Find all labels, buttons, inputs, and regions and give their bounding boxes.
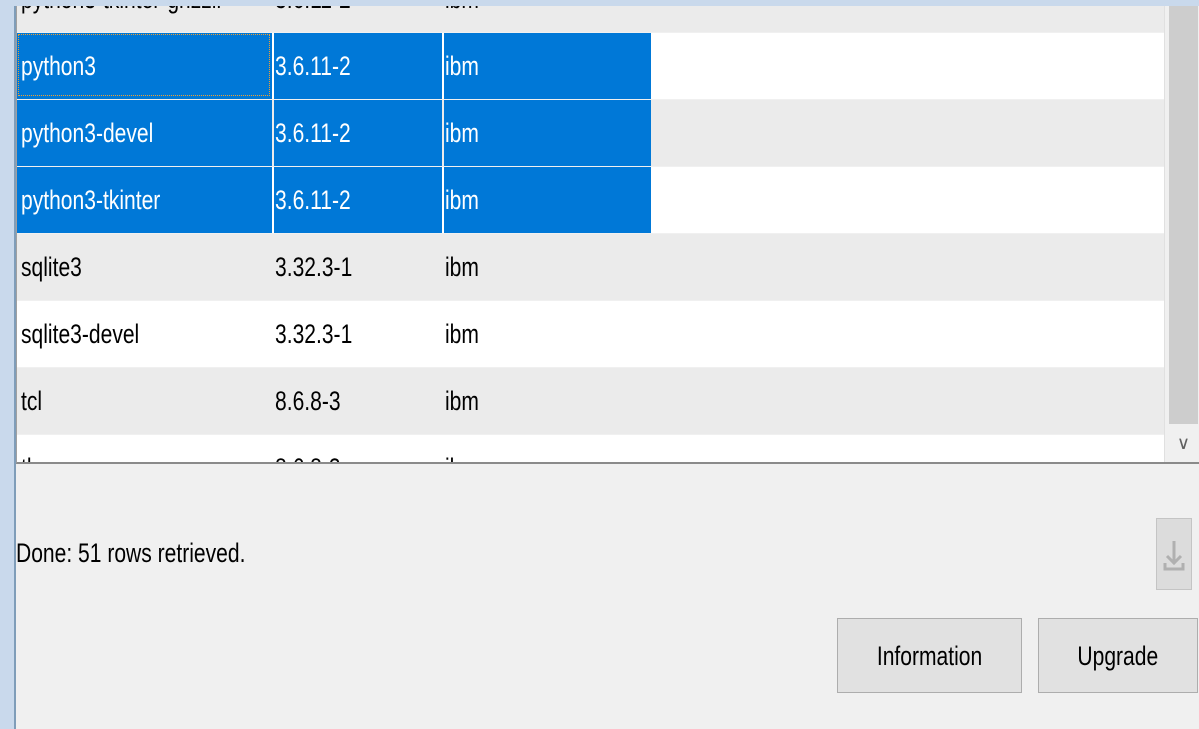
chevron-down-icon[interactable]: ∨ — [1165, 430, 1199, 456]
package-name-cell: tcl — [21, 386, 43, 416]
vertical-scrollbar[interactable]: ∨ — [1164, 6, 1199, 462]
table-row[interactable]: tk8.6.8-3ibm — [17, 435, 1165, 462]
download-button[interactable] — [1156, 518, 1192, 590]
repository-cell: ibm — [445, 185, 479, 215]
information-button-label: Information — [876, 641, 983, 671]
package-name-cell: python3-devel — [21, 118, 154, 148]
repository-cell: ibm — [445, 6, 523, 32]
version-cell: 3.32.3-1 — [275, 252, 353, 282]
package-name-cell: sqlite3-devel — [21, 319, 140, 349]
repository-cell: ibm — [445, 252, 479, 282]
repository-cell: ibm — [445, 319, 479, 349]
package-manager-window: python3-tkinter-grizzli3.6.11-2ibmpython… — [14, 6, 1199, 729]
table-row[interactable]: python3-devel 3.6.11-2 ibm — [17, 100, 1165, 167]
repository-cell: ibm — [445, 386, 479, 416]
download-icon — [1163, 541, 1185, 571]
version-cell: 3.6.11-2 — [275, 6, 439, 32]
package-name-cell: python3-tkinter — [21, 185, 161, 215]
information-button[interactable]: Information — [837, 618, 1022, 693]
version-cell: 8.6.8-3 — [275, 386, 341, 416]
repository-cell: ibm — [445, 118, 479, 148]
repository-cell: ibm — [445, 435, 523, 462]
table-row[interactable]: tcl 8.6.8-3 ibm — [17, 368, 1165, 435]
package-name-cell: tk — [21, 435, 271, 462]
table-row[interactable]: python3-tkinter 3.6.11-2 ibm — [17, 167, 1165, 234]
table-row[interactable]: sqlite3-devel 3.32.3-1 ibm — [17, 301, 1165, 368]
scrollbar-thumb[interactable] — [1169, 6, 1198, 424]
upgrade-button-label: Upgrade — [1077, 641, 1159, 671]
package-name-cell: sqlite3 — [21, 252, 82, 282]
table-row[interactable]: python3 3.6.11-2 ibm — [17, 33, 1165, 100]
version-cell: 8.6.8-3 — [275, 435, 439, 462]
repository-cell: ibm — [445, 51, 479, 81]
package-name-cell: python3-tkinter-grizzli — [21, 6, 271, 32]
version-cell: 3.6.11-2 — [275, 118, 351, 148]
package-name-cell: python3 — [21, 51, 96, 81]
table-row[interactable]: python3-tkinter-grizzli3.6.11-2ibm — [17, 6, 1165, 33]
package-rows: python3-tkinter-grizzli3.6.11-2ibmpython… — [17, 6, 1165, 462]
upgrade-button[interactable]: Upgrade — [1038, 618, 1198, 693]
version-cell: 3.6.11-2 — [275, 51, 351, 81]
status-text: Done: 51 rows retrieved. — [16, 538, 246, 568]
version-cell: 3.32.3-1 — [275, 319, 353, 349]
version-cell: 3.6.11-2 — [275, 185, 351, 215]
table-row[interactable]: sqlite3 3.32.3-1 ibm — [17, 234, 1165, 301]
package-table: python3-tkinter-grizzli3.6.11-2ibmpython… — [16, 6, 1199, 464]
